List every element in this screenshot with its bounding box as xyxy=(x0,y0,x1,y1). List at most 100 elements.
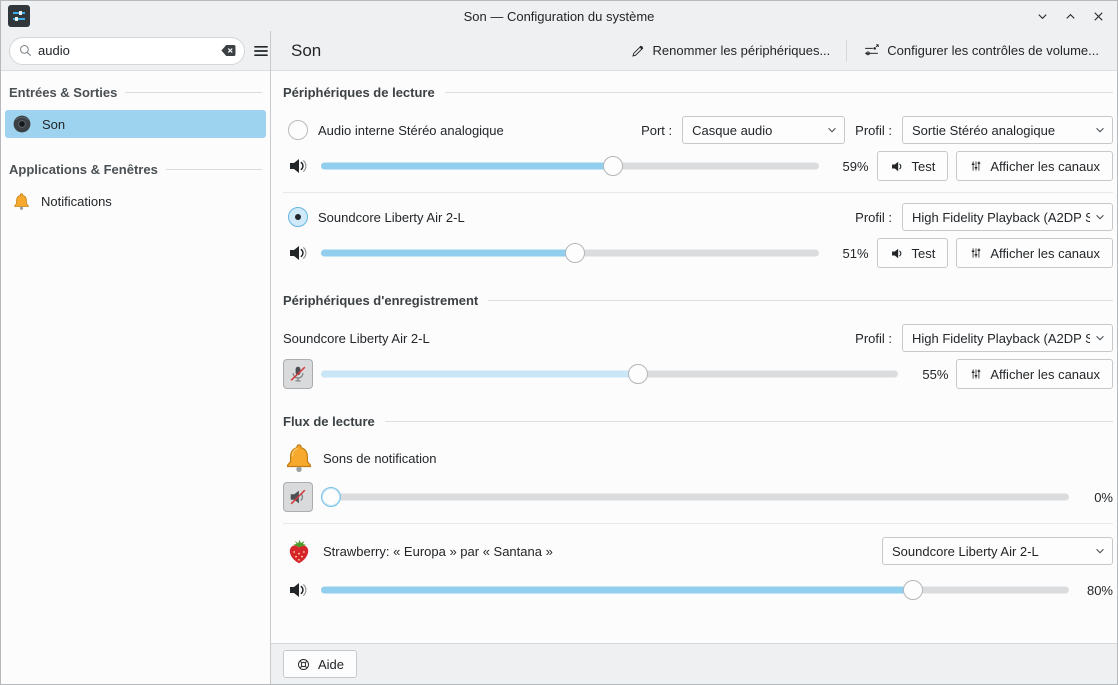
volume-percent: 59% xyxy=(827,159,869,174)
streams-section-header: Flux de lecture xyxy=(283,414,1113,429)
left-pane: Entrées & Sorties Son Applications & Fen… xyxy=(1,31,271,684)
search-icon xyxy=(18,43,33,58)
playback-device-row-soundcore: Soundcore Liberty Air 2-L Profil : High … xyxy=(283,203,1113,231)
microphone-muted-icon xyxy=(288,364,308,384)
slider-handle[interactable] xyxy=(321,487,341,507)
chevron-down-icon xyxy=(1094,332,1106,344)
microphone-mute-button[interactable] xyxy=(283,359,313,389)
toolbar-separator xyxy=(846,40,847,62)
stream-name: Sons de notification xyxy=(323,451,436,466)
footer: Aide xyxy=(271,643,1117,684)
show-channels-label: Afficher les canaux xyxy=(990,159,1100,174)
speaker-icon xyxy=(287,579,309,601)
minimize-button[interactable] xyxy=(1033,7,1051,25)
configure-volume-controls-button[interactable]: Configurer les contrôles de volume... xyxy=(855,37,1107,64)
profile-value: Sortie Stéréo analogique xyxy=(912,123,1090,138)
divider xyxy=(445,92,1113,93)
notification-bell-icon xyxy=(283,442,315,474)
search-input[interactable] xyxy=(38,43,214,58)
main-pane: Son Renommer les périphériques... xyxy=(271,31,1117,684)
close-icon xyxy=(1092,10,1105,23)
sidebar-section-label: Entrées & Sorties xyxy=(9,85,117,100)
channels-icon xyxy=(969,159,983,173)
port-value: Casque audio xyxy=(692,123,822,138)
slider-track[interactable] xyxy=(321,494,1069,501)
slider-handle[interactable] xyxy=(565,243,585,263)
sidebar-item-notifications[interactable]: Notifications xyxy=(5,187,266,215)
stream-name: Strawberry: « Europa » par « Santana » xyxy=(323,544,553,559)
profile-combobox[interactable]: Sortie Stéréo analogique xyxy=(902,116,1113,144)
rename-devices-label: Renommer les périphériques... xyxy=(653,43,831,58)
sidebar-section-title: Entrées & Sorties xyxy=(9,85,262,100)
window-title: Son — Configuration du système xyxy=(1,9,1117,24)
page-title: Son xyxy=(291,41,321,61)
volume-percent: 55% xyxy=(906,367,948,382)
stream-row-notifications: Sons de notification xyxy=(283,441,1113,475)
slider-handle[interactable] xyxy=(628,364,648,384)
profile-value: High Fidelity Playback (A2DP Si xyxy=(912,331,1090,346)
stream-row-strawberry: Strawberry: « Europa » par « Santana » S… xyxy=(283,534,1113,568)
recording-device-row: Soundcore Liberty Air 2-L Profil : High … xyxy=(283,324,1113,352)
bell-icon xyxy=(12,192,31,211)
rename-devices-button[interactable]: Renommer les périphériques... xyxy=(622,38,839,64)
stream-volume-row-notifications: 0% xyxy=(283,481,1113,513)
playback-volume-row-internal: 59% Test Afficher les canaux xyxy=(283,150,1113,182)
playback-device-row-internal: Audio interne Stéréo analogique Port : C… xyxy=(283,116,1113,144)
sidebar-section-label: Applications & Fenêtres xyxy=(9,162,158,177)
test-label: Test xyxy=(912,159,936,174)
volume-icon-cell xyxy=(283,155,313,177)
output-device-combobox[interactable]: Soundcore Liberty Air 2-L xyxy=(882,537,1113,565)
clear-search-icon[interactable] xyxy=(219,41,238,60)
show-channels-button[interactable]: Afficher les canaux xyxy=(956,238,1113,268)
sound-device-icon xyxy=(12,114,32,134)
test-button[interactable]: Test xyxy=(877,238,949,268)
strawberry-icon xyxy=(283,536,315,566)
menu-button[interactable] xyxy=(251,37,271,65)
system-settings-window: Son — Configuration du système xyxy=(0,0,1118,685)
profile-combobox[interactable]: High Fidelity Playback (A2DP Si xyxy=(902,203,1113,231)
show-channels-button[interactable]: Afficher les canaux xyxy=(956,359,1113,389)
default-device-radio[interactable] xyxy=(288,120,308,140)
slider-handle[interactable] xyxy=(903,580,923,600)
device-name: Audio interne Stéréo analogique xyxy=(318,123,504,138)
default-device-radio-checked[interactable] xyxy=(288,207,308,227)
help-label: Aide xyxy=(318,657,344,672)
slider-fill xyxy=(321,163,613,170)
stream-volume-slider[interactable] xyxy=(321,487,1069,507)
sidebar-item-label: Notifications xyxy=(41,194,112,209)
search-field[interactable] xyxy=(9,37,245,65)
capture-volume-slider[interactable] xyxy=(321,364,898,384)
help-button[interactable]: Aide xyxy=(283,650,357,678)
channels-icon xyxy=(969,246,983,260)
speaker-icon xyxy=(287,155,309,177)
speaker-muted-icon xyxy=(288,487,308,507)
volume-icon-cell xyxy=(283,242,313,264)
show-channels-label: Afficher les canaux xyxy=(990,246,1100,261)
titlebar: Son — Configuration du système xyxy=(1,1,1117,31)
volume-percent: 51% xyxy=(827,246,869,261)
show-channels-button[interactable]: Afficher les canaux xyxy=(956,151,1113,181)
help-icon xyxy=(296,657,311,672)
slider-fill xyxy=(321,371,638,378)
volume-slider[interactable] xyxy=(321,243,819,263)
maximize-button[interactable] xyxy=(1061,7,1079,25)
profile-combobox[interactable]: High Fidelity Playback (A2DP Si xyxy=(902,324,1113,352)
device-name: Soundcore Liberty Air 2-L xyxy=(318,210,465,225)
speaker-icon xyxy=(890,159,905,174)
profile-value: High Fidelity Playback (A2DP Si xyxy=(912,210,1090,225)
stream-mute-button[interactable] xyxy=(283,482,313,512)
slider-handle[interactable] xyxy=(603,156,623,176)
sidebar-item-son[interactable]: Son xyxy=(5,110,266,138)
pencil-icon xyxy=(630,43,646,59)
slider-fill xyxy=(321,587,913,594)
close-button[interactable] xyxy=(1089,7,1107,25)
recording-volume-row: 55% Afficher les canaux xyxy=(283,358,1113,390)
port-combobox[interactable]: Casque audio xyxy=(682,116,845,144)
test-button[interactable]: Test xyxy=(877,151,949,181)
section-title: Flux de lecture xyxy=(283,414,375,429)
page-toolbar: Son Renommer les périphériques... xyxy=(271,31,1117,71)
volume-slider[interactable] xyxy=(321,156,819,176)
stream-volume-slider[interactable] xyxy=(321,580,1069,600)
sidebar-section-title: Applications & Fenêtres xyxy=(9,162,262,177)
volume-percent: 80% xyxy=(1077,583,1113,598)
